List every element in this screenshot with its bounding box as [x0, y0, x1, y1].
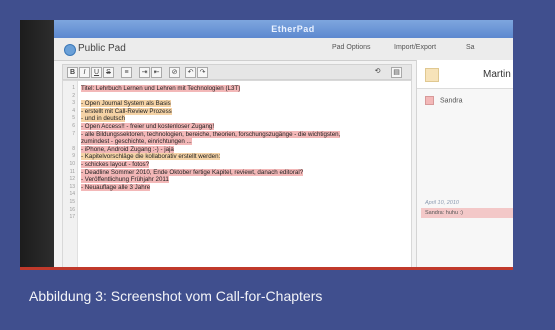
line-number: 12: [69, 176, 75, 183]
outdent-icon[interactable]: ⇤: [151, 67, 162, 78]
line-number: 15: [69, 199, 75, 205]
format-toolbar: B I U S ≡ ⇥ ⇤ ⊘ ↶ ↷ ⟲ ▤: [62, 64, 412, 80]
current-user-name[interactable]: Martin: [483, 69, 511, 80]
redo-button[interactable]: ↷: [197, 67, 208, 78]
editor-line[interactable]: - Neuauflage alle 3 Jahre: [81, 183, 151, 191]
pad-name: Public Pad: [78, 43, 126, 54]
line-number: 11: [69, 168, 75, 175]
editor-line[interactable]: - alle Bildungssektoren, technologien, b…: [81, 130, 341, 138]
editor-line[interactable]: - Open Access!! - freier und kostenloser…: [81, 123, 215, 130]
user-color-swatch[interactable]: [425, 68, 439, 82]
chat-date: April 10, 2010: [425, 200, 459, 206]
user-sidebar: Martin Sandra April 10, 2010 Sandra: huh…: [416, 60, 513, 268]
line-number: 17: [69, 214, 75, 221]
left-dark-strip: [20, 20, 54, 268]
clear-authorship-icon[interactable]: ⊘: [169, 67, 180, 78]
time-slider-icon[interactable]: ⟲: [373, 67, 382, 76]
bold-button[interactable]: B: [67, 67, 78, 78]
editor-line[interactable]: - Kapitelvorschläge die kollaborativ ers…: [81, 153, 221, 161]
editor-line[interactable]: - Veröffentlichung Frühjahr 2011: [81, 176, 169, 184]
chat-message: Sandra: huhu :): [421, 208, 513, 218]
editor-line[interactable]: Titel: Lehrbuch Lernen und Lehren mit Te…: [81, 85, 241, 92]
line-number: 14: [69, 191, 75, 198]
import-export-button[interactable]: Import/Export: [394, 44, 436, 51]
other-user-color: [425, 96, 434, 105]
line-number: 13: [69, 183, 75, 190]
indent-icon[interactable]: ⇥: [139, 67, 150, 78]
line-number: 3: [72, 100, 75, 107]
screenshot-area: EtherPad Public Pad Pad Options Import/E…: [20, 20, 513, 268]
pad-topbar: Public Pad Pad Options Import/Export Sa: [54, 38, 513, 61]
other-user: Sandra: [425, 96, 463, 105]
pad-editor[interactable]: 1 Titel: Lehrbuch Lernen und Lehren mit T…: [62, 80, 412, 268]
editor-line[interactable]: zumindest - geschichte, einrichtungen ..…: [81, 138, 192, 146]
line-number: 7: [72, 130, 75, 137]
editor-line[interactable]: - iPhone, Android Zugang :-) - jaja: [81, 145, 174, 153]
accent-line: [20, 267, 513, 270]
line-number: 6: [72, 123, 75, 129]
current-user-panel: Martin: [417, 60, 513, 89]
etherpad-window: EtherPad Public Pad Pad Options Import/E…: [54, 20, 513, 268]
line-number: 16: [69, 206, 75, 213]
other-user-name: Sandra: [439, 97, 463, 105]
slide-frame: EtherPad Public Pad Pad Options Import/E…: [0, 0, 555, 330]
italic-button[interactable]: I: [79, 67, 90, 78]
editor-line[interactable]: - schickes layout - fotos?: [81, 161, 150, 168]
pad-options-button[interactable]: Pad Options: [332, 44, 371, 51]
editor-line[interactable]: - Open Journal System als Basis: [81, 100, 171, 108]
line-number: 1: [72, 85, 75, 91]
bullet-list-icon[interactable]: ≡: [121, 67, 132, 78]
editor-line[interactable]: - und in deutsch: [81, 115, 126, 123]
undo-button[interactable]: ↶: [185, 67, 196, 78]
underline-button[interactable]: U: [91, 67, 102, 78]
line-number: 8: [72, 145, 75, 152]
line-number: 4: [72, 107, 75, 114]
line-number: 10: [69, 161, 75, 167]
line-number: 5: [72, 115, 75, 122]
figure-caption: Abbildung 3: Screenshot vom Call-for-Cha…: [29, 288, 323, 304]
strikethrough-button[interactable]: S: [103, 67, 114, 78]
editor-line[interactable]: - erstellt mit Call-Review Prozess: [81, 107, 172, 115]
pad-icon: [64, 44, 76, 56]
editor-line[interactable]: - Deadline Sommer 2010, Ende Oktober fer…: [81, 168, 304, 176]
line-number: 9: [72, 153, 75, 160]
save-revision-icon[interactable]: ▤: [391, 67, 402, 78]
app-title: EtherPad: [54, 20, 513, 38]
line-number: 2: [72, 92, 75, 99]
save-button[interactable]: Sa: [466, 44, 475, 51]
